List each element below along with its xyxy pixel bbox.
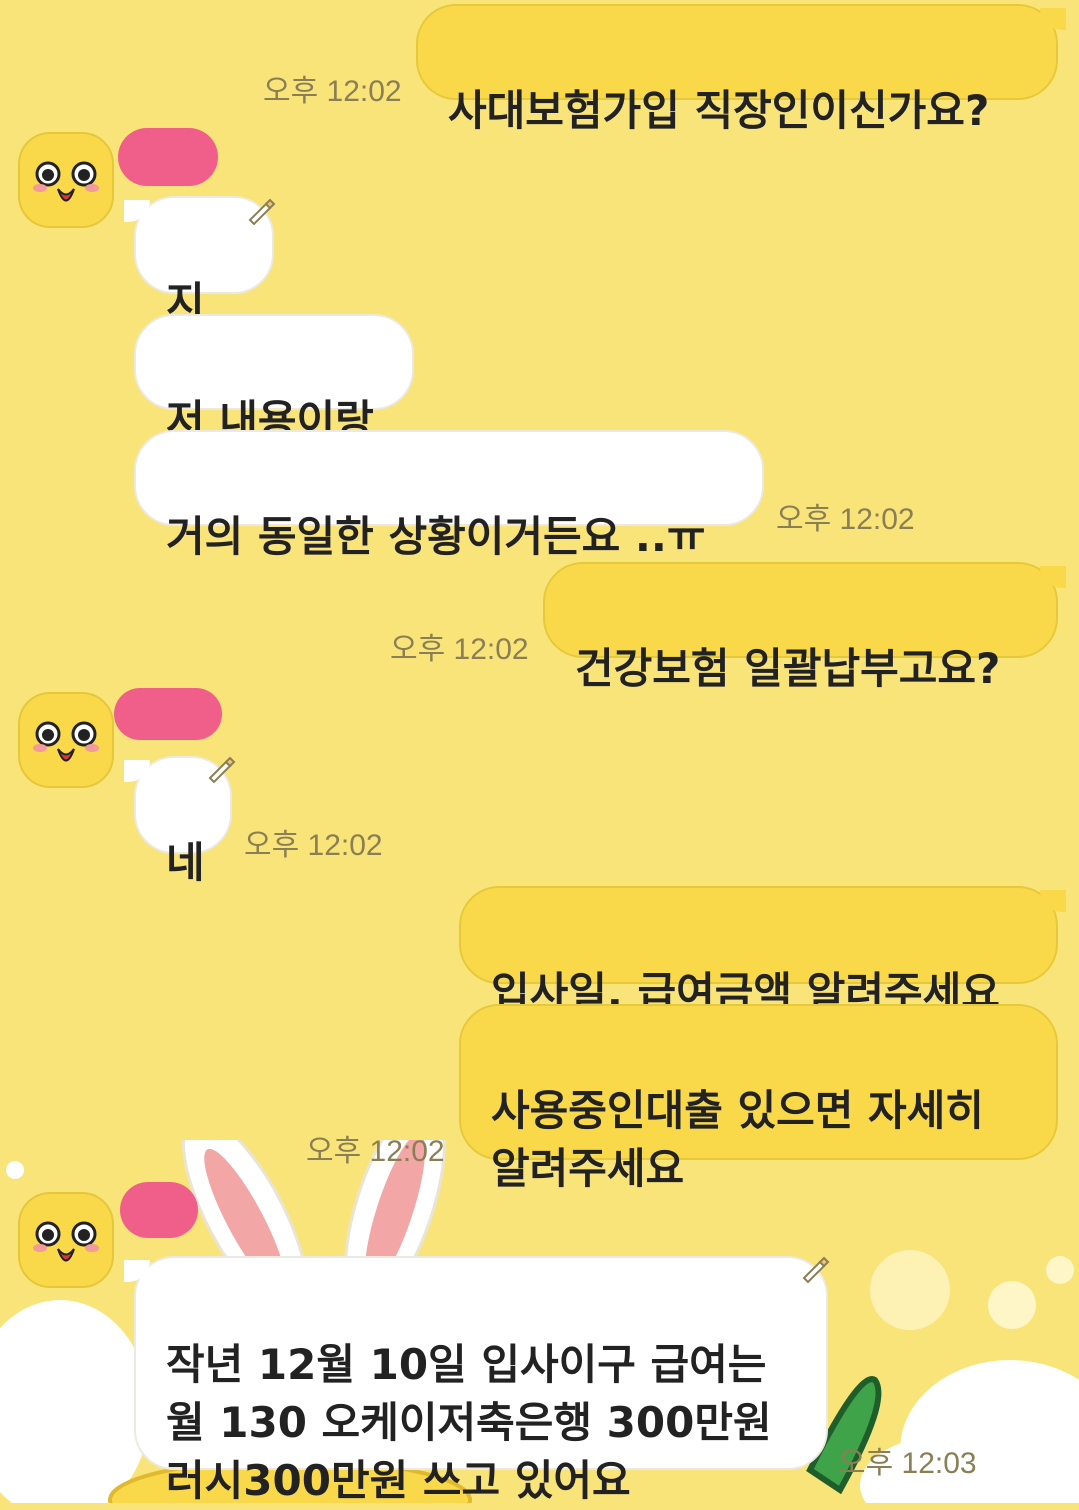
message-text: 네	[166, 838, 205, 887]
sender-avatar[interactable]	[18, 1192, 114, 1288]
outgoing-message-bubble[interactable]: 건강보험 일괄납부고요?	[543, 562, 1058, 693]
message-time: 오후 12:02	[776, 503, 915, 536]
pencil-edit-icon	[802, 1256, 830, 1284]
sender-avatar[interactable]	[18, 132, 114, 228]
message-text: 거의 동일한 상황이거든요 ..ㅠ	[166, 512, 706, 561]
redacted-sender-name	[114, 688, 222, 740]
message-time: 오후 12:02	[263, 75, 402, 108]
incoming-message-bubble[interactable]: 저 내용이랑	[134, 314, 414, 445]
chat-window: 오후 12:02 사대보험가입 직장인이신가요? 지금 저 내용이랑 거의 동일…	[0, 0, 1079, 1505]
incoming-message-bubble[interactable]: 거의 동일한 상황이거든요 ..ㅠ	[134, 430, 764, 561]
yellow-character-avatar-icon	[33, 161, 99, 202]
message-text: 사대보험가입 직장인이신가요?	[448, 86, 990, 135]
yellow-character-avatar-icon	[33, 721, 99, 762]
message-time: 오후 12:03	[838, 1447, 977, 1480]
message-time: 오후 12:02	[244, 829, 383, 862]
sender-avatar[interactable]	[18, 692, 114, 788]
redacted-sender-name	[120, 1182, 198, 1238]
yellow-character-avatar-icon	[33, 1221, 99, 1262]
redacted-sender-name	[118, 128, 218, 186]
outgoing-message-bubble[interactable]: 입사일, 급여금액 알려주세요	[459, 886, 1058, 1017]
message-time: 오후 12:02	[306, 1135, 445, 1168]
message-text: 건강보험 일괄납부고요?	[575, 644, 1001, 693]
pencil-edit-icon	[208, 756, 236, 784]
outgoing-message-bubble[interactable]: 사용중인대출 있으면 자세히 알려주세요	[459, 1004, 1058, 1193]
pencil-edit-icon	[248, 198, 276, 226]
incoming-message-bubble[interactable]: 작년 12월 10일 입사이구 급여는 월 130 오케이저축은행 300만원 …	[134, 1256, 828, 1505]
message-time: 오후 12:02	[390, 633, 529, 666]
outgoing-message-bubble[interactable]: 사대보험가입 직장인이신가요?	[416, 4, 1058, 135]
